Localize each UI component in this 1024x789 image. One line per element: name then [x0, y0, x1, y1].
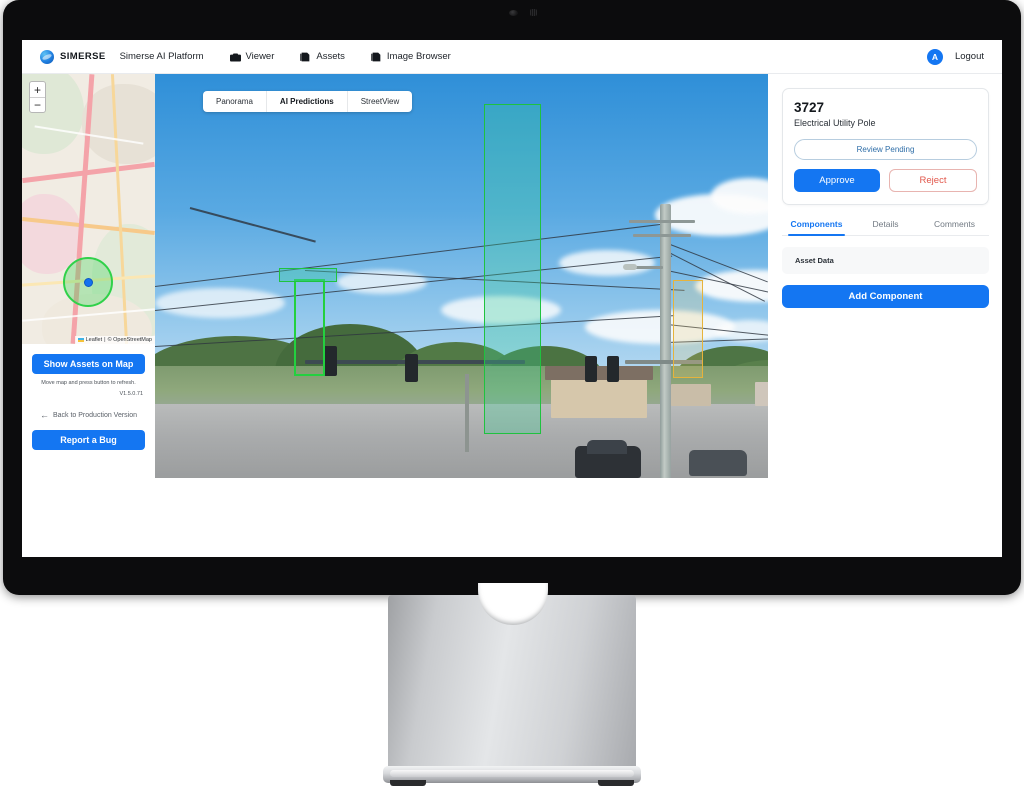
approve-button[interactable]: Approve	[794, 169, 880, 192]
nav-item-assets-label: Assets	[316, 51, 345, 62]
nav-item-image-browser-label: Image Browser	[386, 51, 451, 62]
avatar[interactable]: A	[926, 48, 943, 65]
leaflet-flag-icon	[77, 338, 84, 342]
add-component-button[interactable]: Add Component	[782, 285, 989, 308]
map-panel[interactable]: + − Leaflet | © OpenStreetMap	[22, 74, 155, 344]
asset-summary-card: 3727 Electrical Utility Pole Review Pend…	[782, 88, 989, 205]
map-zoom-controls[interactable]: + −	[29, 81, 46, 113]
arrow-left-icon: ←	[39, 410, 49, 421]
nav-item-viewer-label: Viewer	[245, 51, 275, 62]
nav-item-image-browser[interactable]: Image Browser	[370, 51, 451, 62]
webcam-icon	[509, 10, 518, 16]
nav-item-viewer[interactable]: Viewer	[229, 51, 275, 62]
traffic-signal-head	[607, 356, 619, 382]
sidebar-controls: Show Assets on Map Move map and press bu…	[22, 344, 155, 451]
vehicle	[587, 440, 627, 454]
viewer-tab-ai-predictions[interactable]: AI Predictions	[267, 91, 348, 112]
building-roof	[545, 366, 653, 380]
asset-panel: 3727 Electrical Utility Pole Review Pend…	[768, 74, 1002, 557]
detection-box-distant-pole[interactable]	[673, 280, 703, 378]
layers-icon	[370, 52, 381, 61]
asset-type: Electrical Utility Pole	[794, 118, 876, 128]
attribution-separator: |	[104, 337, 106, 343]
tab-components[interactable]: Components	[782, 219, 851, 236]
nav-item-assets[interactable]: Assets	[300, 51, 345, 62]
back-to-production-link[interactable]: ← Back to Production Version	[40, 411, 137, 420]
detection-box-traffic-signal-arm[interactable]	[279, 268, 337, 282]
layers-icon	[300, 52, 310, 61]
review-actions: Approve Reject	[794, 169, 977, 192]
monitor-foot-right	[598, 780, 634, 786]
list-item[interactable]: Asset Data	[782, 247, 989, 274]
logout-button[interactable]: Logout	[955, 51, 984, 62]
reject-button[interactable]: Reject	[889, 169, 977, 192]
status-badge[interactable]: Review Pending	[794, 139, 977, 160]
map-refresh-hint: Move map and press button to refresh.	[41, 380, 136, 386]
asset-location-marker[interactable]	[84, 278, 93, 287]
tab-details[interactable]: Details	[851, 219, 920, 235]
detection-box-selected-utility-pole[interactable]	[484, 104, 541, 434]
building	[755, 382, 768, 406]
viewer-tab-panorama[interactable]: Panorama	[203, 91, 267, 112]
header-right: A Logout	[926, 48, 984, 65]
traffic-signal-head	[323, 346, 337, 376]
building	[551, 374, 647, 418]
secondary-pole	[465, 374, 469, 452]
version-label: V1.5.0.71	[119, 391, 143, 398]
sensor-icon	[530, 9, 537, 16]
image-viewer[interactable]: Panorama AI Predictions StreetView	[155, 74, 768, 478]
sidebar: + − Leaflet | © OpenStreetMap Show Asset…	[22, 74, 155, 557]
road	[155, 404, 768, 478]
screen-content: SIMERSE Simerse AI Platform Viewer Asset…	[22, 40, 1002, 557]
viewer-tab-streetview[interactable]: StreetView	[348, 91, 413, 112]
report-a-bug-button[interactable]: Report a Bug	[32, 430, 145, 451]
camera-icon	[229, 53, 241, 61]
show-assets-on-map-button[interactable]: Show Assets on Map	[32, 354, 145, 374]
traffic-signal-head	[585, 356, 597, 382]
app-body: + − Leaflet | © OpenStreetMap Show Asset…	[22, 74, 1002, 557]
map-attribution: Leaflet | © OpenStreetMap	[74, 336, 155, 344]
traffic-signal-head	[405, 354, 418, 382]
monitor-foot-left	[390, 780, 426, 786]
monitor-device: SIMERSE Simerse AI Platform Viewer Asset…	[0, 0, 1024, 789]
pole-crossarm	[629, 220, 695, 223]
app-title: Simerse AI Platform	[119, 51, 204, 62]
panel-tabs: Components Details Comments	[782, 219, 989, 236]
attribution-osm[interactable]: © OpenStreetMap	[108, 337, 152, 343]
monitor-stand-base-highlight	[390, 770, 634, 777]
viewer-tabs: Panorama AI Predictions StreetView	[203, 91, 413, 112]
detection-box-secondary-pole[interactable]	[294, 279, 325, 376]
asset-id: 3727	[794, 100, 825, 115]
map-zoom-in-button[interactable]: +	[30, 82, 45, 97]
tab-comments[interactable]: Comments	[920, 219, 989, 235]
attribution-leaflet[interactable]: Leaflet	[86, 337, 103, 343]
streetlight-lamp	[623, 264, 637, 270]
utility-pole	[660, 204, 671, 478]
back-to-production-label: Back to Production Version	[52, 412, 138, 420]
brand[interactable]: SIMERSE	[40, 49, 106, 64]
simerse-globe-logo-icon	[40, 49, 54, 64]
pole-crossarm	[633, 234, 691, 237]
building	[671, 384, 711, 406]
brand-name: SIMERSE	[60, 51, 106, 62]
map-zoom-out-button[interactable]: −	[30, 97, 45, 112]
vehicle	[689, 450, 747, 476]
app-header: SIMERSE Simerse AI Platform Viewer Asset…	[22, 40, 1002, 74]
